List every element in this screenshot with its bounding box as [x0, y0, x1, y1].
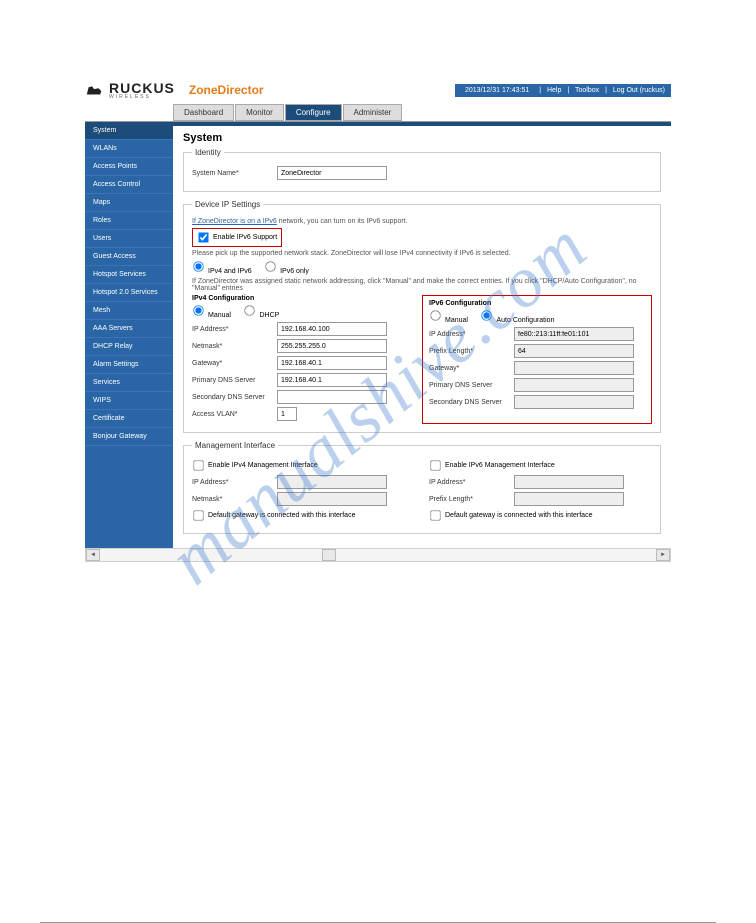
- mgmt-ipv6-defgw-checkbox[interactable]: [430, 510, 440, 520]
- logout-link[interactable]: Log Out (ruckus): [613, 87, 665, 94]
- enable-ipv6-label: Enable IPv6 Support: [213, 234, 277, 241]
- ruckus-dog-icon: [85, 83, 103, 97]
- product-name: ZoneDirector: [189, 83, 264, 97]
- sidebar-item-system[interactable]: System: [85, 122, 173, 140]
- device-ip-legend: Device IP Settings: [192, 200, 263, 209]
- system-name-input[interactable]: [277, 166, 387, 180]
- scroll-thumb[interactable]: [322, 549, 336, 561]
- stack-hint: Please pick up the supported network sta…: [192, 250, 652, 257]
- sidebar-item-guest-access[interactable]: Guest Access: [85, 248, 173, 266]
- mgmt-legend: Management Interface: [192, 441, 278, 450]
- tab-administer[interactable]: Administer: [343, 104, 403, 121]
- scroll-right-button[interactable]: ►: [656, 549, 670, 561]
- ipv6-hint: If ZoneDirector is on a IPv6 network, yo…: [192, 218, 652, 225]
- ipv4-gw-input[interactable]: [277, 356, 387, 370]
- stack-ipv4-ipv6-radio[interactable]: [193, 261, 203, 271]
- sidebar-item-access-control[interactable]: Access Control: [85, 176, 173, 194]
- top-right-bar: 2013/12/31 17:43:51 | Help | Toolbox | L…: [455, 84, 671, 97]
- ipv6-auto-radio[interactable]: [482, 310, 492, 320]
- enable-ipv6-checkbox[interactable]: [198, 232, 208, 242]
- sidebar-item-users[interactable]: Users: [85, 230, 173, 248]
- sidebar-item-aaa-servers[interactable]: AAA Servers: [85, 320, 173, 338]
- tab-dashboard[interactable]: Dashboard: [173, 104, 234, 121]
- sidebar-item-dhcp-relay[interactable]: DHCP Relay: [85, 338, 173, 356]
- addressing-hint: If ZoneDirector was assigned static netw…: [192, 278, 652, 292]
- ipv4-netmask-input[interactable]: [277, 339, 387, 353]
- system-name-label: System Name: [192, 170, 277, 177]
- mgmt-ipv4-enable-checkbox[interactable]: [193, 460, 203, 470]
- sidebar-item-access-points[interactable]: Access Points: [85, 158, 173, 176]
- ipv4-ip-input[interactable]: [277, 322, 387, 336]
- page-title: System: [183, 132, 661, 144]
- sidebar-item-hotspot-2-0-services[interactable]: Hotspot 2.0 Services: [85, 284, 173, 302]
- mgmt-ipv6-enable-checkbox[interactable]: [430, 460, 440, 470]
- ipv6-hint-link[interactable]: If ZoneDirector is on a IPv6: [192, 218, 277, 225]
- ipv6-pdns-input[interactable]: [514, 378, 634, 392]
- sidebar: SystemWLANsAccess PointsAccess ControlMa…: [85, 122, 173, 548]
- ipv4-head: IPv4 Configuration: [192, 295, 408, 302]
- ipv6-gw-input[interactable]: [514, 361, 634, 375]
- ipv4-manual-radio[interactable]: [193, 305, 203, 315]
- enable-ipv6-box: Enable IPv6 Support: [192, 228, 282, 247]
- ipv4-pdns-input[interactable]: [277, 373, 387, 387]
- tab-configure[interactable]: Configure: [285, 104, 342, 121]
- mgmt-ipv6-plen-input[interactable]: [514, 492, 624, 506]
- stack-ipv6-only-radio[interactable]: [265, 261, 275, 271]
- mgmt-section: Management Interface Enable IPv4 Managem…: [183, 441, 661, 534]
- scroll-left-button[interactable]: ◄: [86, 549, 100, 561]
- mgmt-ipv6-ip-input[interactable]: [514, 475, 624, 489]
- mgmt-ipv4-ip-input[interactable]: [277, 475, 387, 489]
- sidebar-item-hotspot-services[interactable]: Hotspot Services: [85, 266, 173, 284]
- sidebar-item-wips[interactable]: WIPS: [85, 392, 173, 410]
- timestamp: 2013/12/31 17:43:51: [461, 87, 533, 94]
- toolbox-link[interactable]: Toolbox: [575, 87, 599, 94]
- ipv6-head: IPv6 Configuration: [429, 300, 645, 307]
- sidebar-item-mesh[interactable]: Mesh: [85, 302, 173, 320]
- ipv6-ip-input[interactable]: [514, 327, 634, 341]
- mgmt-ipv4-defgw-checkbox[interactable]: [193, 510, 203, 520]
- ipv4-vlan-input[interactable]: [277, 407, 297, 421]
- identity-section: Identity System Name: [183, 148, 661, 192]
- sidebar-item-wlans[interactable]: WLANs: [85, 140, 173, 158]
- ipv4-sdns-input[interactable]: [277, 390, 387, 404]
- help-link[interactable]: Help: [547, 87, 561, 94]
- ipv4-dhcp-radio[interactable]: [245, 305, 255, 315]
- mgmt-ipv4-netmask-input[interactable]: [277, 492, 387, 506]
- tab-monitor[interactable]: Monitor: [235, 104, 284, 121]
- sidebar-item-certificate[interactable]: Certificate: [85, 410, 173, 428]
- ipv6-sdns-input[interactable]: [514, 395, 634, 409]
- sidebar-item-maps[interactable]: Maps: [85, 194, 173, 212]
- device-ip-section: Device IP Settings If ZoneDirector is on…: [183, 200, 661, 433]
- sidebar-item-bonjour-gateway[interactable]: Bonjour Gateway: [85, 428, 173, 446]
- sidebar-item-alarm-settings[interactable]: Alarm Settings: [85, 356, 173, 374]
- ipv6-manual-radio[interactable]: [430, 310, 440, 320]
- brand-logo: RUCKUS WIRELESS ZoneDirector: [85, 80, 264, 100]
- horizontal-scrollbar[interactable]: ◄ ►: [85, 548, 671, 562]
- sidebar-item-roles[interactable]: Roles: [85, 212, 173, 230]
- sidebar-item-services[interactable]: Services: [85, 374, 173, 392]
- identity-legend: Identity: [192, 148, 224, 157]
- ipv6-config-box: IPv6 Configuration Manual Auto Configura…: [422, 295, 652, 424]
- ipv6-plen-input[interactable]: [514, 344, 634, 358]
